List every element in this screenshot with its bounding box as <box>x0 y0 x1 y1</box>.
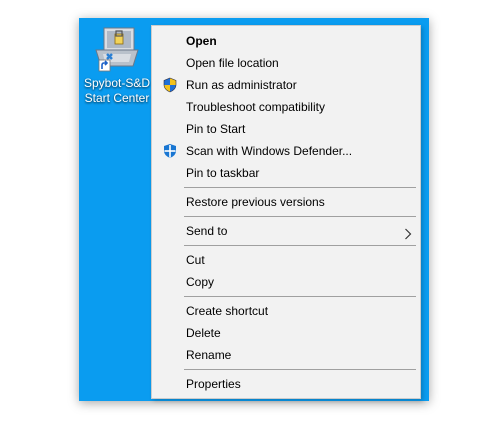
menu-item-scan-with-windows-defender[interactable]: Scan with Windows Defender... <box>152 140 420 162</box>
menu-item-pin-to-start[interactable]: Pin to Start <box>152 118 420 140</box>
menu-item-label: Create shortcut <box>186 304 269 318</box>
menu-item-create-shortcut[interactable]: Create shortcut <box>152 300 420 322</box>
menu-item-label: Restore previous versions <box>186 195 325 209</box>
menu-item-label: Troubleshoot compatibility <box>186 100 325 114</box>
context-menu: Open Open file location Run as administr… <box>151 25 421 399</box>
shortcut-label: Spybot-S&D Start Center <box>82 76 152 106</box>
spybot-shortcut-icon <box>91 26 143 76</box>
menu-item-label: Scan with Windows Defender... <box>186 144 353 158</box>
menu-item-label: Send to <box>186 224 228 238</box>
menu-separator <box>184 369 416 370</box>
menu-item-label: Open <box>186 34 217 48</box>
menu-item-rename[interactable]: Rename <box>152 344 420 366</box>
menu-item-restore-previous-versions[interactable]: Restore previous versions <box>152 191 420 213</box>
menu-item-cut[interactable]: Cut <box>152 249 420 271</box>
uac-shield-icon <box>162 77 178 93</box>
menu-item-label: Properties <box>186 377 241 391</box>
menu-item-properties[interactable]: Properties <box>152 373 420 395</box>
menu-item-copy[interactable]: Copy <box>152 271 420 293</box>
menu-item-pin-to-taskbar[interactable]: Pin to taskbar <box>152 162 420 184</box>
menu-item-label: Rename <box>186 348 232 362</box>
menu-item-label: Pin to taskbar <box>186 166 260 180</box>
windows-defender-icon <box>162 143 178 159</box>
menu-separator <box>184 187 416 188</box>
menu-separator <box>184 245 416 246</box>
menu-item-open[interactable]: Open <box>152 30 420 52</box>
menu-item-label: Open file location <box>186 56 279 70</box>
menu-item-label: Delete <box>186 326 221 340</box>
menu-item-label: Copy <box>186 275 215 289</box>
menu-item-label: Pin to Start <box>186 122 246 136</box>
menu-item-label: Run as administrator <box>186 78 297 92</box>
menu-item-label: Cut <box>186 253 205 267</box>
shortcut-label-line2: Start Center <box>84 91 150 105</box>
menu-item-run-as-administrator[interactable]: Run as administrator <box>152 74 420 96</box>
menu-item-send-to[interactable]: Send to <box>152 220 420 242</box>
menu-item-troubleshoot-compatibility[interactable]: Troubleshoot compatibility <box>152 96 420 118</box>
desktop-shortcut-spybot[interactable]: Spybot-S&D Start Center <box>82 24 152 110</box>
chevron-right-icon <box>404 225 412 240</box>
menu-separator <box>184 216 416 217</box>
menu-item-open-file-location[interactable]: Open file location <box>152 52 420 74</box>
menu-item-delete[interactable]: Delete <box>152 322 420 344</box>
menu-separator <box>184 296 416 297</box>
shortcut-label-line1: Spybot-S&D <box>83 76 151 90</box>
